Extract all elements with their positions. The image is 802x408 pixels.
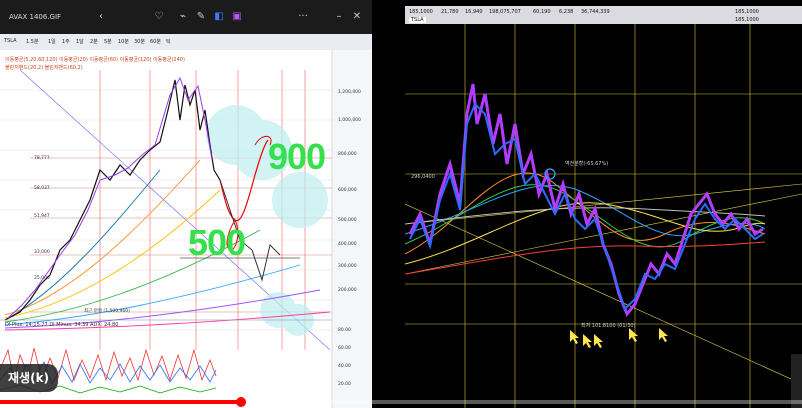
quote-field: 16,940 <box>465 9 483 15</box>
window-tab-title[interactable]: AVAX 1406.GIF <box>9 13 61 21</box>
chart-annotation: 51,947 <box>34 214 50 219</box>
dark-chart-annotation: 역전분할(-65.67%) <box>565 161 609 167</box>
quote-field: 21,780 <box>441 9 459 15</box>
price-axis-label: 400,000 <box>338 242 357 247</box>
symbol-input[interactable]: TSLA <box>409 17 426 23</box>
toolbar-item[interactable]: 2분 <box>90 38 98 45</box>
dark-chart-annotation: 296,0400 <box>411 174 435 180</box>
edit-icon[interactable]: ✎ <box>196 12 206 22</box>
quote-field: 198,075,707 <box>489 9 521 15</box>
chart-annotation: 33,000 <box>34 250 50 255</box>
share-icon[interactable]: ⌁ <box>178 12 188 22</box>
chart-annotation: 78,777 <box>34 156 50 161</box>
price-axis-label: 500,000 <box>338 218 357 223</box>
price-axis-label: 800,000 <box>338 152 357 157</box>
toolbar-item[interactable]: 1주 <box>62 38 70 45</box>
chart-toolbar: TSLA 1.5분 1일 1주 1달 2분 5분 10분 30분 60분 틱 <box>0 34 372 51</box>
back-icon[interactable]: ‹ <box>96 12 106 22</box>
indicator-legend: 이동평균(5,20,60,120) 이동평균(20) 이동평균(60) 이동평균… <box>5 57 185 63</box>
price-axis-label: 300,000 <box>338 264 357 269</box>
close-icon[interactable]: ✕ <box>352 12 362 22</box>
toolbar-item[interactable]: 10분 <box>118 38 129 45</box>
lower-axis-label: 40.00 <box>338 364 351 369</box>
price-axis-label: 1,200,000 <box>338 90 361 95</box>
price-chart[interactable] <box>0 50 372 408</box>
quote-field: 60,190 <box>533 9 551 15</box>
lower-axis-label: 60.00 <box>338 346 351 351</box>
lower-axis-label: 80.00 <box>338 328 351 333</box>
quote-toolbar: 185,1000 21,780 16,940 198,075,707 60,19… <box>405 6 802 24</box>
quote-field: 6,238 <box>559 9 574 15</box>
chart-annotation: 최근 분할 (1,500,960) <box>84 309 130 314</box>
toolbar-item[interactable]: 1달 <box>76 38 84 45</box>
lower-pane-legend: DI Plus: 14:15.27 DI Minus: 34.39 ADX: 2… <box>5 322 119 328</box>
dark-chart-annotation: 최저 101.8100 (01/30) <box>581 323 636 329</box>
right-chart-window: 185,1000 21,780 16,940 198,075,707 60,19… <box>405 0 802 408</box>
toolbar-item[interactable]: 1일 <box>48 38 56 45</box>
price-axis-label: 200,000 <box>338 288 357 293</box>
lower-axis-label: 20.00 <box>338 382 351 387</box>
toolbar-item[interactable]: 60분 <box>150 38 161 45</box>
quote-field: 36,744,339 <box>581 9 610 15</box>
toolbar-item[interactable]: 30분 <box>134 38 145 45</box>
toolbar-item[interactable]: 틱 <box>166 38 171 45</box>
heart-icon[interactable]: ♡ <box>154 12 164 22</box>
indicator-legend: 볼린저밴드(20,2) 볼린저밴드(60,2) <box>5 65 83 71</box>
target-label-900: 900 <box>268 136 326 177</box>
more-icon[interactable]: ··· <box>298 12 308 22</box>
toolbar-item[interactable]: 1.5분 <box>26 38 39 45</box>
play-pause-button[interactable]: 재생(k) <box>0 364 58 392</box>
price-axis-label: 600,000 <box>338 188 357 193</box>
window-titlebar: AVAX 1406.GIF ‹ ♡ ⌁ ✎ ◧ ▣ ··· – ✕ <box>0 0 372 34</box>
left-chart-window: AVAX 1406.GIF ‹ ♡ ⌁ ✎ ◧ ▣ ··· – ✕ TSLA 1… <box>0 0 372 408</box>
quote-field: 185,1000 <box>409 9 433 15</box>
quote-field: 185,1000 <box>735 17 759 23</box>
minimize-icon[interactable]: – <box>334 12 344 22</box>
target-label-500: 500 <box>188 222 246 263</box>
chart-annotation: 25,000 <box>34 276 50 281</box>
app-icon[interactable]: ▣ <box>232 12 242 22</box>
scrub-handle[interactable] <box>235 397 246 407</box>
video-progress-bar[interactable] <box>0 397 802 407</box>
quote-field: 185,1000 <box>735 9 759 15</box>
price-axis-label: 1,000,000 <box>338 118 361 123</box>
dark-price-chart[interactable] <box>405 24 802 408</box>
toolbar-item[interactable]: TSLA <box>4 38 17 44</box>
toolbar-item[interactable]: 5분 <box>104 38 112 45</box>
chart-annotation: 58,037 <box>34 186 50 191</box>
crop-icon[interactable]: ◧ <box>214 12 224 22</box>
progress-fill <box>0 400 241 404</box>
